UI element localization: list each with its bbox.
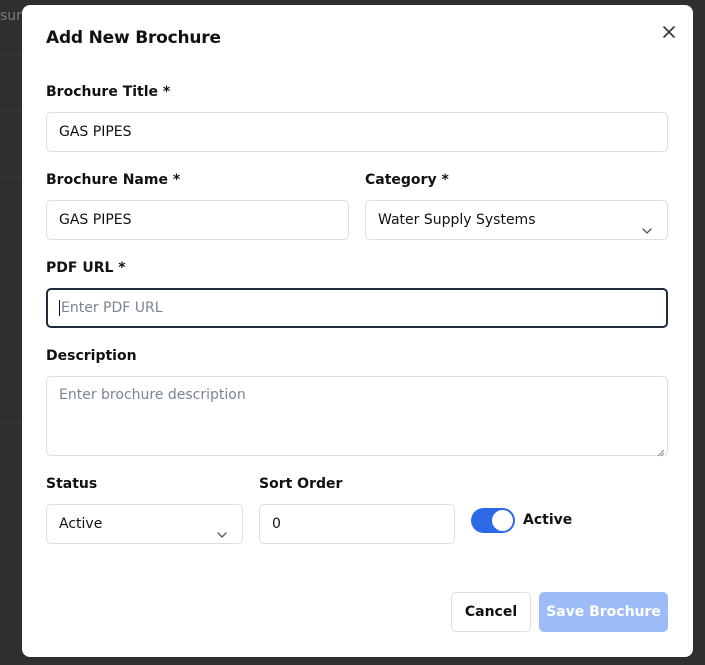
brochure-title-label: Brochure Title * [46,84,171,100]
description-placeholder: Enter brochure description [59,387,246,403]
category-select[interactable]: Water Supply Systems [365,200,668,240]
brochure-name-label: Brochure Name * [46,172,181,188]
status-select[interactable]: Active [46,504,243,544]
resize-handle-icon[interactable] [657,445,665,457]
pdf-url-placeholder: Enter PDF URL [61,300,163,316]
brochure-name-input[interactable]: GAS PIPES [46,200,349,240]
add-brochure-dialog: Add New Brochure Brochure Title * GAS PI… [22,5,693,657]
text-cursor [59,300,60,316]
active-toggle[interactable] [471,508,515,533]
toggle-knob [492,510,513,531]
background-divider [0,54,22,55]
pdf-url-input[interactable]: Enter PDF URL [46,288,668,328]
chevron-down-icon [641,214,653,234]
category-value: Water Supply Systems [378,212,536,228]
category-label: Category * [365,172,449,188]
background-divider [0,422,22,423]
close-icon[interactable] [659,22,679,42]
background-divider [0,177,22,178]
sort-order-input[interactable]: 0 [259,504,455,544]
status-label: Status [46,476,98,492]
save-brochure-button[interactable]: Save Brochure [539,592,668,632]
description-textarea[interactable]: Enter brochure description [46,376,668,457]
pdf-url-label: PDF URL * [46,260,126,276]
chevron-down-icon [216,518,228,538]
description-label: Description [46,348,137,364]
status-value: Active [59,516,103,532]
background-divider [0,110,22,111]
sort-order-label: Sort Order [259,476,343,492]
dialog-title: Add New Brochure [46,28,221,48]
brochure-title-input[interactable]: GAS PIPES [46,112,668,152]
active-toggle-label: Active [523,512,573,528]
cancel-button[interactable]: Cancel [451,592,531,632]
